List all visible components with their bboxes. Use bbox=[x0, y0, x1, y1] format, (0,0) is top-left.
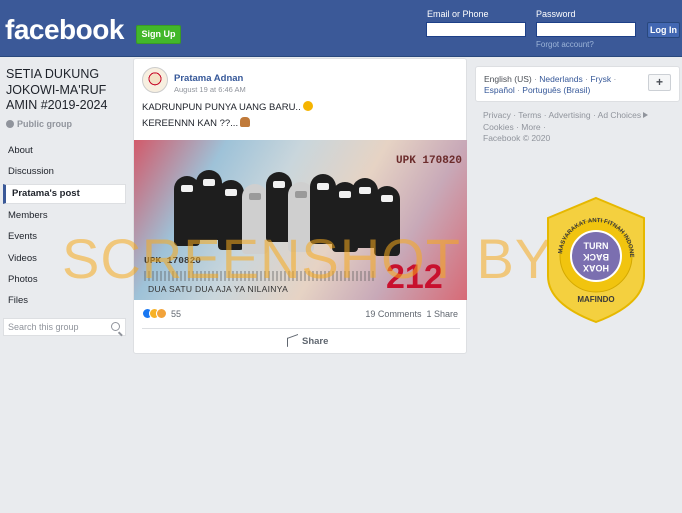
svg-text:BACK: BACK bbox=[583, 252, 609, 262]
post-author[interactable]: Pratama Adnan bbox=[174, 73, 243, 84]
footer-link[interactable]: Advertising bbox=[549, 110, 591, 120]
group-name[interactable]: SETIA DUKUNG JOKOWI-MA'RUF AMIN #2019-20… bbox=[6, 67, 128, 114]
nav-item-post[interactable]: Pratama's post bbox=[3, 183, 126, 204]
language-link[interactable]: Português (Brasil) bbox=[522, 85, 590, 95]
group-privacy: Public group bbox=[6, 119, 72, 129]
page: facebook Sign Up Email or Phone Password… bbox=[0, 0, 682, 513]
post-text-line-2: KEREENNN KAN ??... bbox=[142, 117, 251, 129]
screenshot-watermark: SCREENSHOT BY bbox=[62, 227, 554, 290]
post-text-line-1: KADRUNPUN PUNYA UANG BARU.. bbox=[142, 101, 313, 113]
email-field[interactable] bbox=[426, 22, 526, 37]
turnbackhoax-badge-icon: TURN BACK HOAX MASYARAKAT ANTI FITNAH IN… bbox=[544, 196, 645, 324]
email-label: Email or Phone bbox=[427, 9, 489, 19]
reaction-count: 55 bbox=[171, 309, 182, 319]
add-language-button[interactable]: + bbox=[648, 74, 671, 91]
divider bbox=[142, 328, 460, 329]
wow-reaction-icon bbox=[156, 308, 167, 319]
shares-count[interactable]: 1 Share bbox=[426, 309, 458, 319]
author-avatar[interactable] bbox=[142, 67, 168, 93]
share-label: Share bbox=[302, 336, 329, 347]
password-label: Password bbox=[536, 9, 576, 19]
nav-item-about[interactable]: About bbox=[3, 140, 126, 161]
footer-link[interactable]: Cookies bbox=[483, 122, 514, 132]
image-serial-top: UPK 170820 bbox=[396, 155, 463, 167]
search-icon[interactable] bbox=[111, 322, 120, 331]
post-date[interactable]: August 19 at 6:46 AM bbox=[174, 85, 246, 94]
language-link[interactable]: Nederlands bbox=[539, 74, 582, 84]
nav-item-discussion[interactable]: Discussion bbox=[3, 161, 126, 182]
nav-item-files[interactable]: Files bbox=[3, 290, 126, 311]
post-stats: 19 Comments 1 Share bbox=[365, 309, 458, 319]
footer-link[interactable]: More bbox=[521, 122, 540, 132]
facebook-logo[interactable]: facebook bbox=[5, 14, 124, 46]
signup-button[interactable]: Sign Up bbox=[136, 25, 181, 44]
group-search-placeholder: Search this group bbox=[8, 322, 79, 332]
svg-text:MAFINDO: MAFINDO bbox=[577, 295, 614, 304]
reactions[interactable]: 55 bbox=[142, 308, 181, 319]
footer-link[interactable]: Ad Choices bbox=[598, 110, 648, 120]
copyright: Facebook © 2020 bbox=[483, 133, 551, 143]
globe-icon bbox=[6, 120, 14, 128]
share-button[interactable]: Share bbox=[287, 333, 329, 348]
login-button[interactable]: Log In bbox=[647, 22, 680, 38]
svg-text:TURN: TURN bbox=[584, 241, 609, 251]
footer-link[interactable]: Terms bbox=[518, 110, 541, 120]
post-text-1: KADRUNPUN PUNYA UANG BARU.. bbox=[142, 102, 301, 113]
password-field[interactable] bbox=[536, 22, 636, 37]
nav-item-members[interactable]: Members bbox=[3, 205, 126, 226]
comments-count[interactable]: 19 Comments bbox=[365, 309, 421, 319]
share-icon bbox=[287, 333, 298, 348]
group-privacy-label: Public group bbox=[17, 119, 72, 129]
laughing-emoji-icon bbox=[302, 101, 313, 111]
group-search-input[interactable]: Search this group bbox=[3, 318, 126, 336]
post-text-2: KEREENNN KAN ??... bbox=[142, 118, 239, 129]
language-box: English (US) · Nederlands · Frysk · Espa… bbox=[475, 66, 680, 102]
language-link[interactable]: Español bbox=[484, 85, 515, 95]
top-bar: facebook Sign Up Email or Phone Password… bbox=[0, 0, 682, 57]
language-link[interactable]: Frysk bbox=[590, 74, 611, 84]
current-language: English (US) bbox=[484, 74, 532, 84]
svg-text:HOAX: HOAX bbox=[583, 263, 609, 273]
footer-links: Privacy · Terms · Advertising · Ad Choic… bbox=[483, 110, 673, 145]
forgot-account-link[interactable]: Forgot account? bbox=[536, 40, 594, 49]
language-list: English (US) · Nederlands · Frysk · Espa… bbox=[484, 74, 617, 95]
person-emoji-icon bbox=[240, 117, 251, 127]
footer-link[interactable]: Privacy bbox=[483, 110, 511, 120]
post-card: Pratama Adnan August 19 at 6:46 AM KADRU… bbox=[133, 58, 467, 354]
